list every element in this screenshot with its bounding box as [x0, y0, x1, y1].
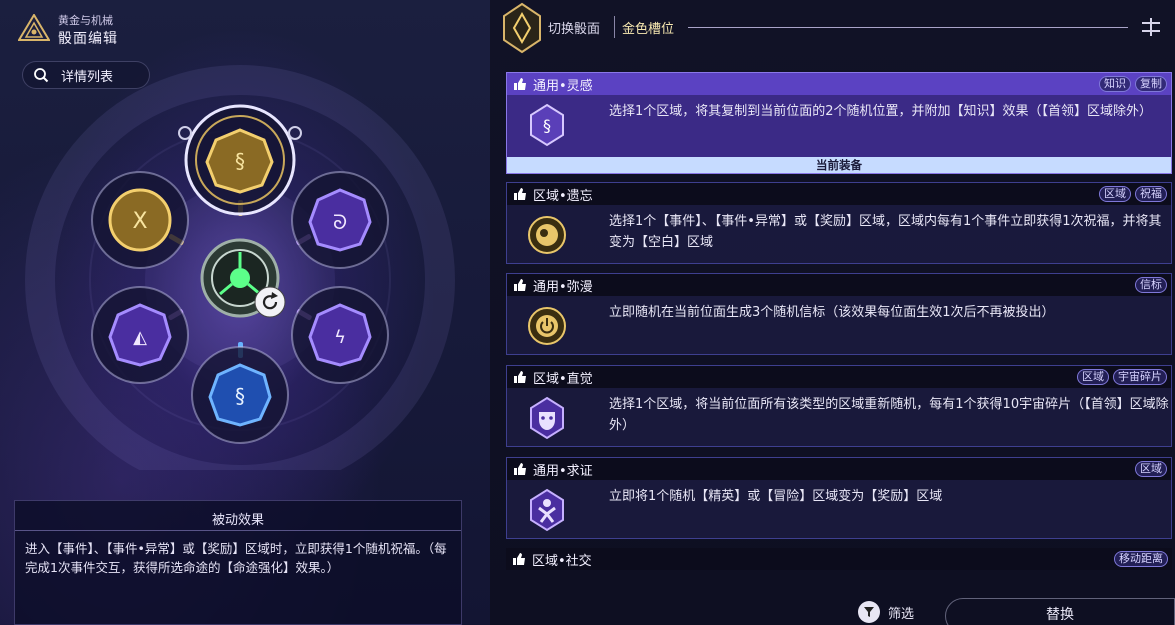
svg-text:ϟ: ϟ	[334, 327, 346, 348]
tag-region[interactable]: 区域	[1135, 461, 1167, 477]
tag-blessing[interactable]: 祝福	[1135, 186, 1167, 202]
gold-power-icon	[528, 307, 566, 345]
thumbs-up-icon	[514, 371, 526, 383]
gold-slot-label: 金色槽位	[622, 22, 675, 37]
equipped-banner: 当前装备	[507, 157, 1171, 173]
top-bar: 切换骰面 金色槽位	[490, 0, 1175, 56]
tag-cosmic-fragments[interactable]: 宇宙碎片	[1113, 369, 1167, 385]
tag-region[interactable]: 区域	[1077, 369, 1109, 385]
svg-text:ᘐ: ᘐ	[333, 210, 347, 234]
card-description: 选择1个【事件】、【事件•异常】或【奖励】区域，区域内每有1个事件立即获得1次祝…	[609, 214, 1162, 250]
tag-region[interactable]: 区域	[1099, 186, 1131, 202]
switch-dice-face-label[interactable]: 切换骰面	[548, 18, 600, 37]
filter-button[interactable]: 筛选	[858, 601, 914, 623]
sort-menu-icon[interactable]	[1140, 16, 1162, 38]
effect-card-diffusion[interactable]: 通用•弥漫 信标 立即随机在当前位面生成3个随机信标（该效果每位面生效1次后不再…	[506, 273, 1172, 355]
card-title: 区域•遗忘	[533, 188, 593, 204]
slot-lower-left-purple[interactable]: ◭	[91, 286, 189, 384]
slot-lower-right-purple[interactable]: ϟ	[291, 286, 389, 384]
divider	[614, 16, 615, 38]
tag-knowledge[interactable]: 知识	[1099, 76, 1131, 92]
tag-beacon[interactable]: 信标	[1135, 277, 1167, 293]
tag-copy[interactable]: 复制	[1135, 76, 1167, 92]
svg-text:§: §	[235, 384, 245, 408]
thumbs-up-icon	[514, 279, 526, 291]
card-title: 通用•弥漫	[533, 279, 593, 295]
thumbs-up-icon	[514, 463, 526, 475]
replace-button[interactable]: 替换	[945, 598, 1175, 625]
effect-card-inspiration[interactable]: 通用•灵感 知识 复制 § 选择1个区域，将其复制到当前位面的2个随机位置，并附…	[506, 72, 1172, 174]
effect-list-panel: 切换骰面 金色槽位 通用•灵感 知识 复制 § 选择1个区域，将其复制到当前位面…	[490, 0, 1175, 625]
effect-card-intuition[interactable]: 区域•直觉 区域 宇宙碎片 选择1个区域，将当前位面所有该类型的区域重新随机，每…	[506, 365, 1172, 447]
thumbs-up-icon	[513, 553, 525, 565]
switch-dice-face-icon[interactable]	[500, 2, 544, 54]
card-title: 通用•灵感	[533, 78, 593, 94]
thumbs-up-icon	[514, 78, 526, 90]
slot-upper-right-purple[interactable]: ᘐ	[291, 171, 389, 269]
effect-card-social[interactable]: 区域•社交 移动距离	[506, 548, 1172, 570]
svg-text:◭: ◭	[133, 327, 147, 348]
card-title: 通用•求证	[533, 463, 593, 479]
divider-line	[688, 27, 1128, 28]
card-title: 区域•社交	[532, 553, 592, 569]
filter-label: 筛选	[888, 606, 915, 622]
passive-title: 被动效果	[15, 501, 461, 531]
purple-mask-icon	[530, 396, 564, 440]
card-description: 选择1个区域，将当前位面所有该类型的区域重新随机，每有1个获得10宇宙碎片（【首…	[609, 397, 1169, 433]
svg-text:§: §	[543, 116, 551, 135]
thumbs-up-icon	[514, 188, 526, 200]
slot-bottom-blue[interactable]: §	[191, 346, 289, 444]
reroll-icon[interactable]	[254, 286, 286, 318]
passive-text: 进入【事件】、【事件•异常】或【奖励】区域时，立即获得1个随机祝福。（每完成1次…	[25, 541, 447, 575]
slot-upper-left-gold[interactable]: X	[91, 171, 189, 269]
card-description: 立即随机在当前位面生成3个随机信标（该效果每位面生效1次后不再被投出）	[609, 305, 1055, 320]
gold-orbit-icon	[528, 216, 566, 254]
card-description: 立即将1个随机【精英】或【冒险】区域变为【奖励】区域	[609, 489, 943, 504]
tag-move-distance[interactable]: 移动距离	[1114, 551, 1168, 567]
svg-text:X: X	[132, 209, 147, 234]
passive-effect-panel: 被动效果 进入【事件】、【事件•异常】或【奖励】区域时，立即获得1个随机祝福。（…	[14, 500, 462, 625]
gold-swirl-icon: §	[530, 103, 564, 147]
card-title: 区域•直觉	[533, 371, 593, 387]
effect-card-verification[interactable]: 通用•求证 区域 立即将1个随机【精英】或【冒险】区域变为【奖励】区域	[506, 457, 1172, 539]
dice-face-wheel: § X ᘐ ◭ ϟ §	[25, 65, 455, 470]
purple-figure-icon	[530, 488, 564, 532]
svg-text:§: §	[235, 149, 245, 173]
filter-icon	[858, 601, 880, 623]
effect-card-oblivion[interactable]: 区域•遗忘 区域 祝福 选择1个【事件】、【事件•异常】或【奖励】区域，区域内每…	[506, 182, 1172, 264]
card-description: 选择1个区域，将其复制到当前位面的2个随机位置，并附加【知识】效果（【首领】区域…	[609, 104, 1153, 119]
dice-editor-panel: 黄金与机械 骰面编辑 详情列表 § X ᘐ ◭ ϟ § 被动效果 进入【事件】、…	[0, 0, 490, 625]
